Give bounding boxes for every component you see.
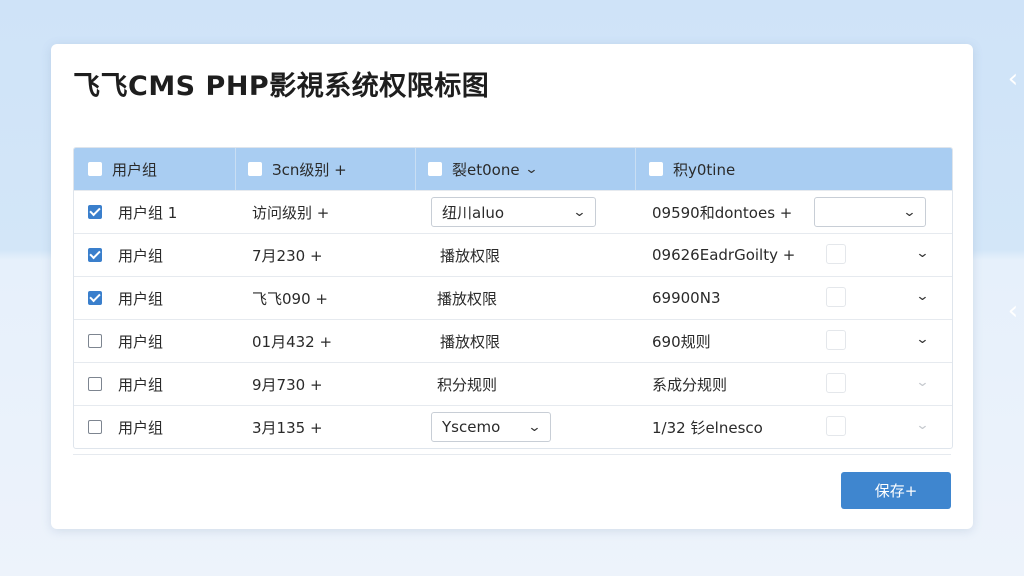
header-col4-checkbox[interactable]: [649, 162, 663, 176]
edge-chevron-left-icon-top[interactable]: ‹: [1004, 64, 1022, 94]
header-label-col2: Зcn级别 +: [272, 160, 347, 179]
table-row: 用户组 9月730 + 积分规则 系成分规则 ⌄: [74, 362, 952, 405]
header-cell-col3[interactable]: 裂et0one ⌄: [428, 148, 538, 190]
row-col4-cell: 09626EadrGoilty +: [652, 246, 796, 264]
row-group-cell: 用户组: [88, 320, 163, 362]
header-cell-group: 用户组: [88, 148, 157, 190]
header-cell-col4: 积y0tine: [649, 148, 735, 190]
row-group-label: 用户组: [118, 375, 164, 394]
row-col2-cell: 9月730 +: [252, 375, 323, 394]
chevron-down-icon[interactable]: ⌄: [915, 418, 929, 433]
row-col4-cell: 系成分规则: [652, 375, 728, 394]
row-option-checkbox[interactable]: [826, 416, 846, 436]
header-label-group: 用户组: [112, 160, 158, 179]
footer-divider: [73, 454, 951, 455]
row-col2-cell: 3月135 +: [252, 418, 323, 437]
row-col3-value: 纽川aluo: [442, 203, 505, 222]
row-checkbox[interactable]: [88, 248, 102, 262]
chevron-down-icon[interactable]: ⌄: [915, 332, 929, 347]
table-row: 用户组 7月230 + 播放权限 09626EadrGoilty + ⌄: [74, 233, 952, 276]
chevron-down-icon[interactable]: ⌄: [915, 289, 929, 304]
row-checkbox[interactable]: [88, 420, 102, 434]
column-separator: [235, 148, 236, 190]
row-group-cell: 用户组: [88, 406, 163, 448]
table-row: 用户组 飞飞090 + 播放权限 69900N3 ⌄: [74, 276, 952, 319]
row-col4-cell: 690规则: [652, 332, 711, 351]
permissions-card: 飞飞CMS PHP影視系统权限标图 用户组 Зcn级别 + 裂et0one ⌄: [51, 44, 973, 529]
row-col3-cell: 播放权限: [440, 246, 501, 265]
row-col2-cell: 01月432 +: [252, 332, 333, 351]
table-row: 用户组 1 访问级别 + 纽川aluo ⌄ 09590和dontoes + ⌄: [74, 190, 952, 233]
row-group-label: 用户组: [118, 332, 164, 351]
page-title: 飞飞CMS PHP影視系统权限标图: [73, 71, 490, 102]
row-checkbox[interactable]: [88, 377, 102, 391]
chevron-down-icon: ⌄: [572, 204, 587, 220]
row-col3-cell: 播放权限: [440, 332, 501, 351]
row-group-label: 用户组: [118, 289, 164, 308]
header-col2-checkbox[interactable]: [248, 162, 262, 176]
row-col4-cell: 1/32 钐elnesco: [652, 418, 763, 437]
row-col4-cell: 09590和dontoes +: [652, 203, 793, 222]
row-group-cell: 用户组: [88, 277, 163, 319]
row-option-checkbox[interactable]: [826, 330, 846, 350]
row-col2-cell: 飞飞090 +: [252, 289, 328, 308]
table-row: 用户组 3月135 + Yscemo ⌄ 1/32 钐elnesco ⌄: [74, 405, 952, 448]
row-group-cell: 用户组 1: [88, 191, 177, 233]
header-label-col4: 积y0tine: [673, 160, 736, 179]
header-label-col3: 裂et0one: [452, 160, 520, 179]
row-col4-cell: 69900N3: [652, 289, 721, 307]
row-col4-select[interactable]: ⌄: [814, 197, 926, 227]
row-group-cell: 用户组: [88, 234, 163, 276]
table-row: 用户组 01月432 + 播放权限 690规则 ⌄: [74, 319, 952, 362]
row-group-cell: 用户组: [88, 363, 163, 405]
chevron-down-icon: ⌄: [527, 419, 542, 435]
header-col3-checkbox[interactable]: [428, 162, 442, 176]
table-header-row: 用户组 Зcn级别 + 裂et0one ⌄ 积y0tine: [74, 148, 952, 190]
row-group-label: 用户组: [118, 246, 164, 265]
column-separator: [635, 148, 636, 190]
row-group-label: 用户组 1: [118, 203, 178, 222]
edge-chevron-left-icon-bottom[interactable]: ‹: [1004, 296, 1022, 326]
row-col3-value: Yscemo: [442, 418, 501, 436]
chevron-down-icon: ⌄: [902, 204, 917, 220]
chevron-down-icon[interactable]: ⌄: [915, 246, 929, 261]
row-option-checkbox[interactable]: [826, 373, 846, 393]
row-option-checkbox[interactable]: [826, 244, 846, 264]
chevron-down-icon[interactable]: ⌄: [524, 162, 538, 177]
row-checkbox[interactable]: [88, 291, 102, 305]
row-col3-cell: 播放权限: [437, 289, 498, 308]
header-select-all-checkbox[interactable]: [88, 162, 102, 176]
row-col2-cell: 访问级别 +: [252, 203, 330, 222]
row-checkbox[interactable]: [88, 334, 102, 348]
row-group-label: 用户组: [118, 418, 164, 437]
header-cell-col2: Зcn级别 +: [248, 148, 347, 190]
chevron-down-icon[interactable]: ⌄: [915, 375, 929, 390]
row-col3-select[interactable]: 纽川aluo ⌄: [431, 197, 596, 227]
column-separator: [415, 148, 416, 190]
row-col3-select[interactable]: Yscemo ⌄: [431, 412, 551, 442]
row-option-checkbox[interactable]: [826, 287, 846, 307]
permissions-table: 用户组 Зcn级别 + 裂et0one ⌄ 积y0tine 用户组 1 访问级别…: [73, 147, 953, 449]
row-checkbox[interactable]: [88, 205, 102, 219]
save-button[interactable]: 保存+: [841, 472, 951, 509]
row-col2-cell: 7月230 +: [252, 246, 323, 265]
row-col3-cell: 积分规则: [437, 375, 498, 394]
